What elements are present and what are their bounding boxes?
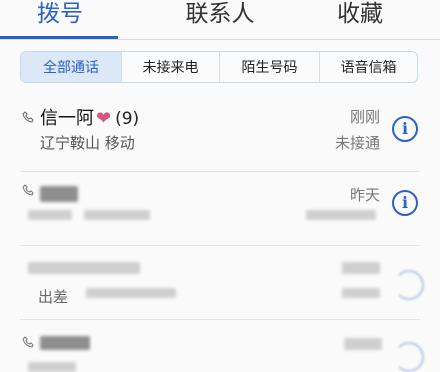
call-status: 未接通 bbox=[334, 134, 380, 152]
blurred-contact-name bbox=[28, 262, 140, 274]
info-icon[interactable] bbox=[394, 342, 424, 372]
filter-missed-calls[interactable]: 未接来电 bbox=[121, 52, 219, 82]
blurred-contact-name bbox=[40, 186, 78, 202]
tab-favorites[interactable]: 收藏 bbox=[300, 0, 420, 36]
filter-all-calls[interactable]: 全部通话 bbox=[21, 52, 121, 82]
caller-location: 辽宁鞍山 移动 bbox=[40, 134, 135, 152]
blurred-time bbox=[344, 338, 382, 350]
call-time: 刚刚 bbox=[349, 108, 380, 126]
call-time: 昨天 bbox=[349, 186, 380, 204]
blurred-time bbox=[342, 262, 380, 274]
missed-call-icon bbox=[22, 336, 34, 348]
tab-divider bbox=[0, 39, 440, 40]
call-log-row[interactable]: 出差 bbox=[0, 246, 440, 320]
blurred-contact-name bbox=[40, 336, 90, 350]
blurred-text bbox=[306, 210, 376, 220]
call-icon bbox=[22, 184, 34, 196]
tab-contacts[interactable]: 联系人 bbox=[160, 0, 280, 36]
info-icon[interactable] bbox=[394, 270, 424, 300]
blurred-text bbox=[84, 210, 150, 220]
call-count: (9) bbox=[115, 109, 140, 129]
contact-name: 信一阿 ❤ (9) bbox=[40, 104, 139, 130]
blurred-text bbox=[28, 362, 76, 372]
info-icon[interactable]: i bbox=[392, 116, 418, 142]
call-log-row[interactable] bbox=[0, 320, 440, 372]
info-icon[interactable]: i bbox=[392, 190, 418, 216]
blurred-text bbox=[86, 288, 176, 298]
top-tab-bar: 拨号 联系人 收藏 bbox=[0, 0, 440, 40]
filter-unknown-numbers[interactable]: 陌生号码 bbox=[219, 52, 319, 82]
contact-name-text: 信一阿 bbox=[40, 108, 94, 129]
tab-dial[interactable]: 拨号 bbox=[0, 0, 120, 36]
heart-icon: ❤ bbox=[96, 108, 112, 129]
call-log-row[interactable]: 信一阿 ❤ (9) 辽宁鞍山 移动 刚刚 未接通 i bbox=[0, 98, 440, 172]
call-filter-segmented-control: 全部通话 未接来电 陌生号码 语音信箱 bbox=[20, 51, 418, 83]
blurred-text bbox=[28, 210, 72, 220]
filter-voicemail[interactable]: 语音信箱 bbox=[319, 52, 417, 82]
caller-location: 出差 bbox=[38, 288, 69, 306]
blurred-status bbox=[342, 288, 380, 298]
call-log-row[interactable]: 昨天 i bbox=[0, 172, 440, 246]
missed-call-icon bbox=[22, 111, 34, 123]
